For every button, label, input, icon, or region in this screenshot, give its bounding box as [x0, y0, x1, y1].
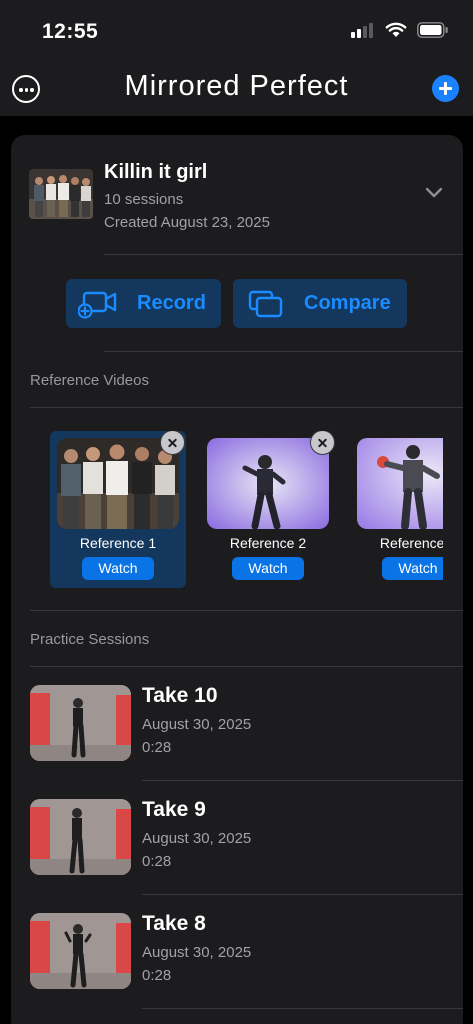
group-header[interactable]: Killin it girl 10 sessions Created Augus…	[11, 135, 463, 255]
record-button[interactable]: Record	[66, 279, 221, 328]
status-time: 12:55	[42, 20, 99, 43]
compare-label: Compare	[304, 292, 391, 314]
reference-card[interactable]: Reference 2 Watch	[200, 431, 336, 588]
watch-button[interactable]: Watch	[82, 557, 154, 580]
record-label: Record	[137, 292, 206, 314]
divider	[104, 254, 463, 255]
divider	[104, 351, 463, 352]
watch-button[interactable]: Watch	[382, 557, 443, 580]
session-date: August 30, 2025	[142, 830, 252, 847]
session-duration: 0:28	[142, 739, 172, 756]
session-count: 10 sessions	[104, 191, 184, 208]
reference-thumbnail	[357, 438, 443, 529]
chevron-down-icon[interactable]	[425, 187, 443, 199]
session-row[interactable]: Take 9 August 30, 2025 0:28	[11, 781, 463, 895]
watch-button[interactable]: Watch	[232, 557, 304, 580]
page-title: Mirrored Perfect	[124, 70, 349, 102]
reference-card[interactable]: Reference 1 Watch	[50, 431, 186, 588]
reference-name: Reference 1	[79, 535, 157, 551]
solo-dancer-image	[357, 438, 443, 529]
session-title: Take 10	[142, 684, 218, 707]
system-icons	[351, 22, 449, 38]
remove-reference-button[interactable]	[160, 431, 185, 455]
solo-dancer-image	[207, 438, 329, 529]
signal-icon	[351, 23, 373, 38]
reference-videos-carousel[interactable]: Reference 1 Watch Reference 2 Watch Refe…	[50, 431, 443, 591]
session-title: Take 8	[142, 912, 206, 935]
group-dancers-image	[57, 438, 179, 529]
compare-button[interactable]: Compare	[233, 279, 407, 328]
practice-video-image	[30, 685, 131, 761]
reference-card[interactable]: Reference 3 Watch	[350, 431, 443, 588]
session-thumbnail	[30, 913, 131, 989]
group-thumbnail	[29, 169, 93, 219]
reference-thumbnail	[207, 438, 329, 529]
session-title: Take 9	[142, 798, 206, 821]
divider	[142, 1008, 463, 1009]
reference-name: Reference 2	[229, 535, 307, 551]
group-card: Killin it girl 10 sessions Created Augus…	[11, 135, 463, 1024]
practice-sessions-heading: Practice Sessions	[30, 631, 150, 648]
main-content: Killin it girl 10 sessions Created Augus…	[0, 116, 473, 1024]
video-plus-icon	[78, 291, 117, 319]
session-thumbnail	[30, 685, 131, 761]
created-date: Created August 23, 2025	[104, 214, 270, 231]
divider	[30, 407, 463, 408]
session-duration: 0:28	[142, 853, 172, 870]
reference-videos-heading: Reference Videos	[30, 372, 149, 389]
practice-video-image	[30, 799, 131, 875]
status-bar: 12:55	[0, 0, 473, 62]
group-title: Killin it girl	[104, 161, 208, 183]
navigation-bar: Mirrored Perfect	[0, 62, 473, 116]
session-row[interactable]: Take 10 August 30, 2025 0:28	[11, 667, 463, 781]
remove-reference-button[interactable]	[310, 431, 335, 455]
group-dancers-image	[29, 169, 93, 219]
reference-name: Reference 3	[379, 535, 443, 551]
practice-video-image	[30, 913, 131, 989]
session-row[interactable]: Take 8 August 30, 2025 0:28	[11, 895, 463, 1009]
wifi-icon	[385, 22, 407, 37]
divider	[30, 610, 463, 611]
reference-thumbnail	[57, 438, 179, 529]
session-duration: 0:28	[142, 967, 172, 984]
add-button[interactable]	[432, 75, 459, 102]
session-date: August 30, 2025	[142, 716, 252, 733]
compare-windows-icon	[248, 290, 283, 318]
battery-icon	[417, 22, 448, 38]
session-date: August 30, 2025	[142, 944, 252, 961]
session-thumbnail	[30, 799, 131, 875]
